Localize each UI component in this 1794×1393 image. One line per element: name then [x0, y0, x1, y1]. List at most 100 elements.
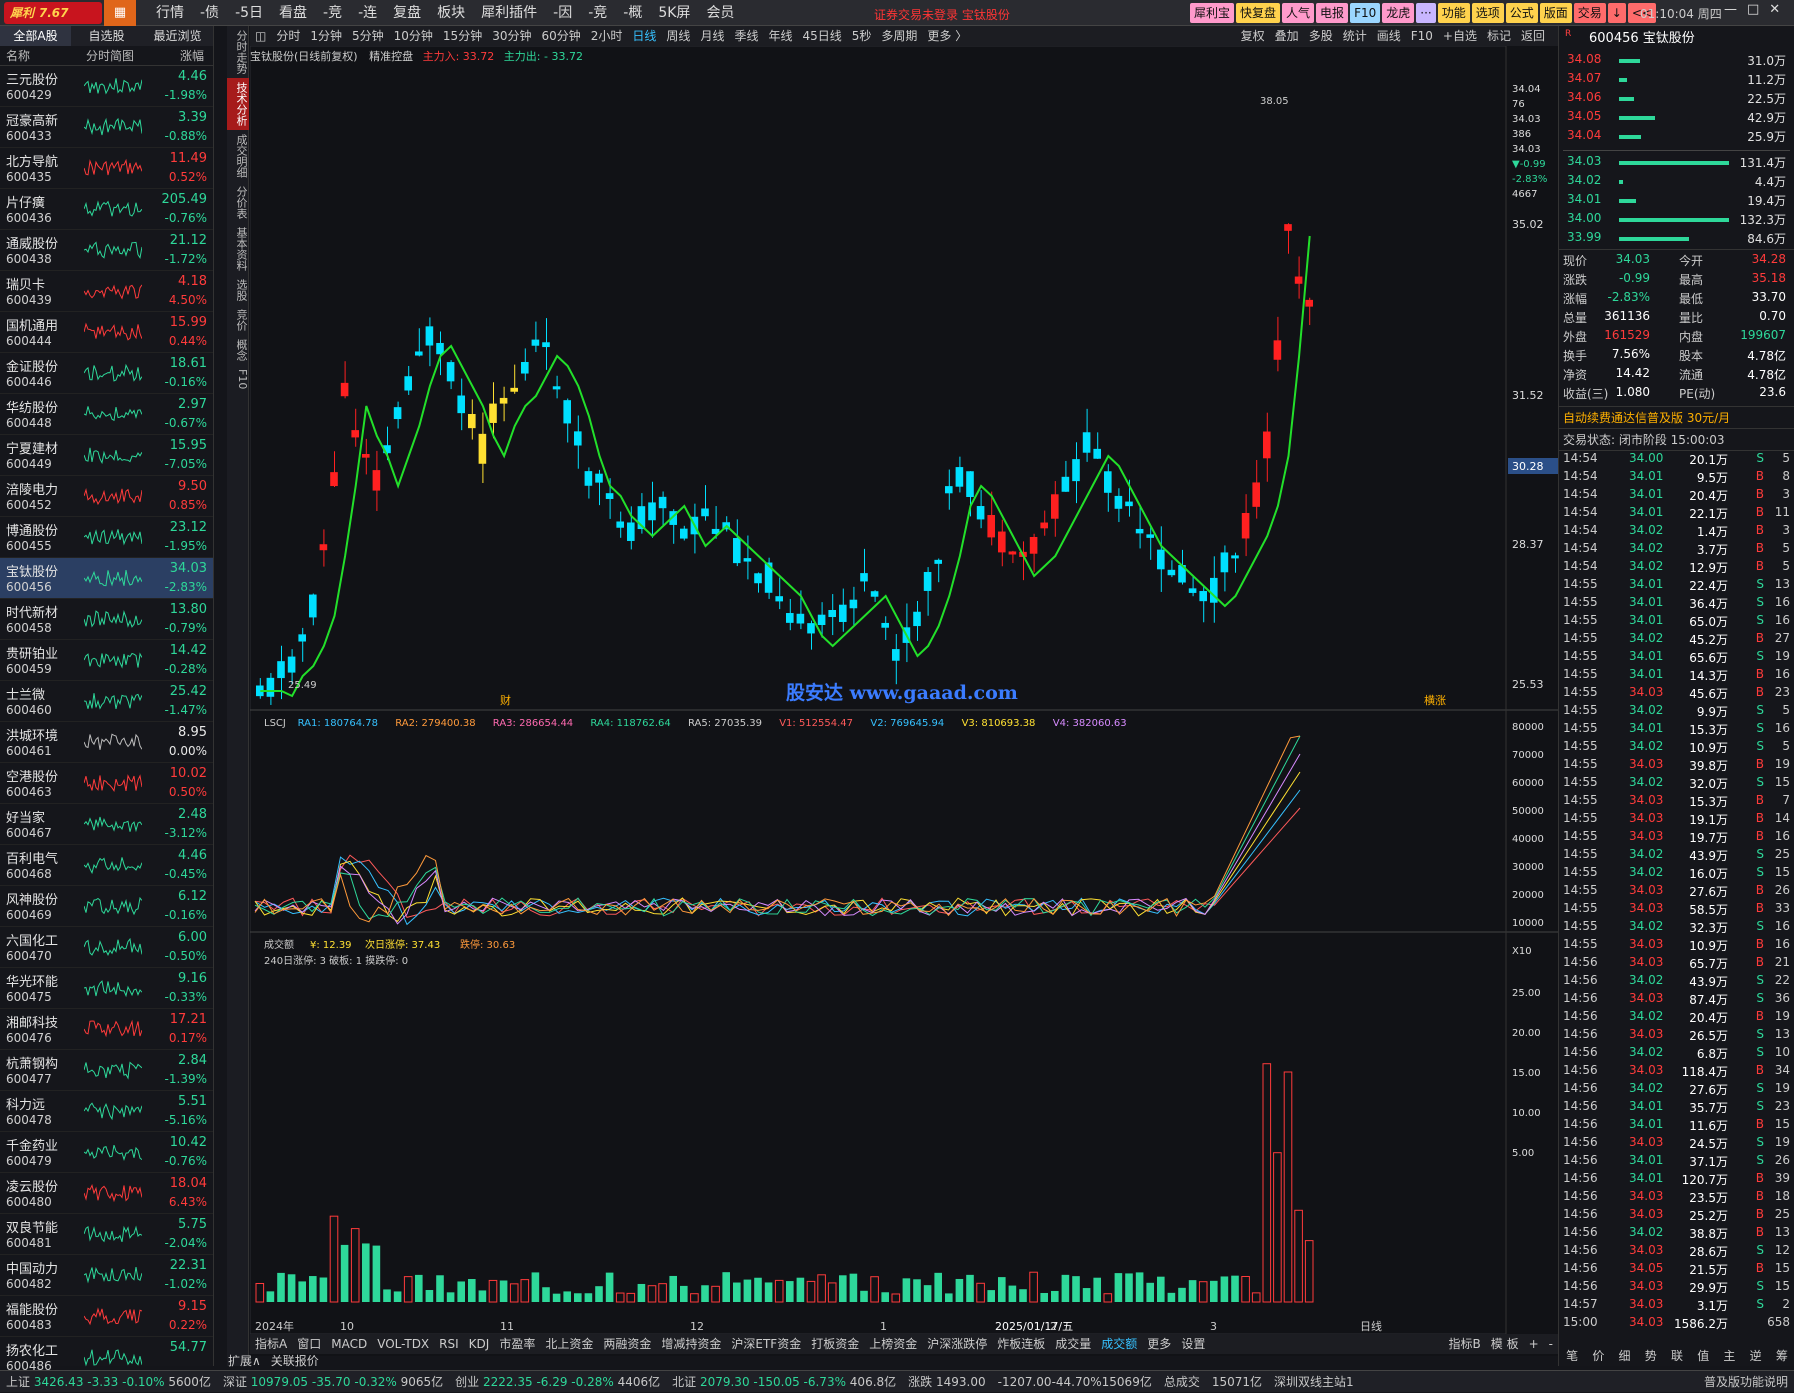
period-tab[interactable]: 15分钟 [438, 26, 487, 46]
book-row[interactable]: 34.04 25.9万 [1563, 128, 1790, 147]
vertical-tab[interactable]: 选股 [227, 275, 249, 305]
col-name[interactable]: 名称 [0, 46, 80, 65]
quote-tab[interactable]: 筹 [1769, 1347, 1794, 1364]
period-tab[interactable]: 30分钟 [487, 26, 536, 46]
indicator-tab[interactable]: 炸板连板 [992, 1334, 1050, 1354]
toolbar-button[interactable]: 公式 [1505, 3, 1538, 23]
stock-row[interactable]: 士兰微 600460 25.42 -1.47% [0, 681, 213, 722]
toolbar-button[interactable]: 人气 [1282, 3, 1315, 23]
stock-row[interactable]: 国机通用 600444 15.99 0.44% [0, 312, 213, 353]
quote-tab[interactable]: 联 [1664, 1347, 1690, 1364]
grid-icon[interactable]: ◫ [250, 26, 271, 46]
quote-tab[interactable]: 笔 [1559, 1347, 1585, 1364]
period-tab[interactable]: 日线 [627, 26, 661, 46]
index-item[interactable]: 深证 10979.05 -35.70 -0.32% 9065亿 [217, 1371, 449, 1392]
book-row[interactable]: 34.02 4.4万 [1563, 173, 1790, 192]
stock-row[interactable]: 金证股份 600446 18.61 -0.16% [0, 353, 213, 394]
stock-row[interactable]: 风神股份 600469 6.12 -0.16% [0, 886, 213, 927]
stock-row[interactable]: 贵研铂业 600459 14.42 -0.28% [0, 640, 213, 681]
menu-item[interactable]: 行情 [148, 0, 192, 26]
period-tab[interactable]: 60分钟 [536, 26, 585, 46]
indicator-tab[interactable]: 更多 [1142, 1334, 1176, 1354]
toolbar-button[interactable]: 交易 [1573, 3, 1606, 23]
quote-tab[interactable]: 势 [1638, 1347, 1664, 1364]
indicator-tab[interactable]: 设置 [1176, 1334, 1210, 1354]
stock-row[interactable]: 时代新材 600458 13.80 -0.79% [0, 599, 213, 640]
chart-tool[interactable]: 统计 [1338, 26, 1372, 46]
menu-item[interactable]: -连 [350, 0, 385, 26]
chart-tool[interactable]: +自选 [1438, 26, 1482, 46]
period-tab[interactable]: 更多 〉 [922, 26, 972, 46]
stock-row[interactable]: 宝钛股份 600456 34.03 -2.83% [0, 558, 213, 599]
indicator-b-tab[interactable]: - [1544, 1334, 1558, 1354]
indicator-tab[interactable]: 成交额 [1096, 1334, 1142, 1354]
indicator-tab[interactable]: 打板资金 [806, 1334, 864, 1354]
toolbar-button[interactable]: 版面 [1539, 3, 1572, 23]
stock-row[interactable]: 北方导航 600435 11.49 0.52% [0, 148, 213, 189]
chart-tool[interactable]: 叠加 [1270, 26, 1304, 46]
menu-item[interactable]: -因 [545, 0, 580, 26]
minimize-icon[interactable]: — [1724, 2, 1737, 17]
vertical-tab[interactable]: 概念 [227, 335, 249, 365]
book-row[interactable]: 34.00 132.3万 [1563, 211, 1790, 230]
tick-list[interactable]: 14:54 34.00 20.1万 S 5 14:54 34.01 9.5万 B 8 14:54 34… [1559, 450, 1794, 1333]
quote-tab[interactable]: 值 [1690, 1347, 1716, 1364]
indicator-tab[interactable]: 两融资金 [598, 1334, 656, 1354]
period-tab[interactable]: 45日线 [797, 26, 846, 46]
indicator-tab[interactable]: 指标A [250, 1334, 292, 1354]
login-notice[interactable]: 证券交易未登录 宝钛股份 [874, 6, 1010, 23]
vertical-tab[interactable]: F10 [227, 365, 249, 393]
toolbar-button[interactable]: 快复盘 [1236, 3, 1281, 23]
period-tab[interactable]: 年线 [763, 26, 797, 46]
stock-row[interactable]: 通威股份 600438 21.12 -1.72% [0, 230, 213, 271]
chart-tool[interactable]: 返回 [1516, 26, 1550, 46]
indicator-b-tab[interactable]: 指标B [1444, 1334, 1486, 1354]
stock-row[interactable]: 凌云股份 600480 18.04 6.43% [0, 1173, 213, 1214]
book-row[interactable]: 33.99 84.6万 [1563, 230, 1790, 249]
vertical-tab[interactable]: 竞价 [227, 305, 249, 335]
ext-tab[interactable]: 扩展∧ [228, 1352, 261, 1369]
menu-item[interactable]: -竞 [580, 0, 615, 26]
index-item[interactable]: 创业 2222.35 -6.29 -0.28% 4406亿 [449, 1371, 666, 1392]
toolbar-button[interactable]: 选项 [1471, 3, 1504, 23]
app-logo[interactable]: 犀利 7.67 [4, 2, 102, 24]
menu-item[interactable]: 复盘 [385, 0, 429, 26]
menu-item[interactable]: 犀利插件 [473, 0, 545, 26]
stock-row[interactable]: 六国化工 600470 6.00 -0.50% [0, 927, 213, 968]
vertical-tab[interactable]: 分时走势 [227, 26, 249, 78]
stock-row[interactable]: 好当家 600467 2.48 -3.12% [0, 804, 213, 845]
period-tab[interactable]: 2小时 [586, 26, 628, 46]
stock-row[interactable]: 宁夏建材 600449 15.95 -7.05% [0, 435, 213, 476]
vertical-tab[interactable]: 分价表 [227, 182, 249, 223]
period-tab[interactable]: 5秒 [847, 26, 877, 46]
toolbar-button[interactable]: ··· [1416, 3, 1436, 23]
stock-row[interactable]: 华光环能 600475 9.16 -0.33% [0, 968, 213, 1009]
menu-item[interactable]: -5日 [227, 0, 271, 26]
indicator-tab[interactable]: MACD [326, 1334, 372, 1354]
menu-item[interactable]: 5K屏 [650, 0, 698, 26]
stock-row[interactable]: 洪城环境 600461 8.95 0.00% [0, 722, 213, 763]
home-icon[interactable]: ▦ [104, 0, 136, 26]
close-icon[interactable]: ✕ [1769, 2, 1780, 17]
vertical-tab[interactable]: 成交明细 [227, 130, 249, 182]
indicator-tab[interactable]: 增减持资金 [656, 1334, 726, 1354]
indicator-tab[interactable]: 成交量 [1050, 1334, 1096, 1354]
book-row[interactable]: 34.01 19.4万 [1563, 192, 1790, 211]
col-chg[interactable]: 涨幅 [160, 46, 210, 65]
indicator-tab[interactable]: KDJ [464, 1334, 495, 1354]
period-tab[interactable]: 5分钟 [347, 26, 389, 46]
book-row[interactable]: 34.06 22.5万 [1563, 90, 1790, 109]
chart-tool[interactable]: 标记 [1482, 26, 1516, 46]
chart-tool[interactable]: 多股 [1304, 26, 1338, 46]
index-item[interactable]: 上证 3426.43 -3.33 -0.10% 5600亿 [0, 1371, 217, 1392]
stock-row[interactable]: 冠豪高新 600433 3.39 -0.88% [0, 107, 213, 148]
toolbar-button[interactable]: 犀利宝 [1190, 3, 1235, 23]
toolbar-button[interactable]: 龙虎 [1382, 3, 1415, 23]
menu-item[interactable]: -概 [615, 0, 650, 26]
period-tab[interactable]: 10分钟 [389, 26, 438, 46]
quote-tab[interactable]: 逆 [1743, 1347, 1769, 1364]
period-tab[interactable]: 多周期 [876, 26, 922, 46]
period-tab[interactable]: 月线 [695, 26, 729, 46]
stock-row[interactable]: 三元股份 600429 4.46 -1.98% [0, 66, 213, 107]
promo[interactable]: 自动续费通达信普及版 30元/月 [1559, 406, 1794, 428]
